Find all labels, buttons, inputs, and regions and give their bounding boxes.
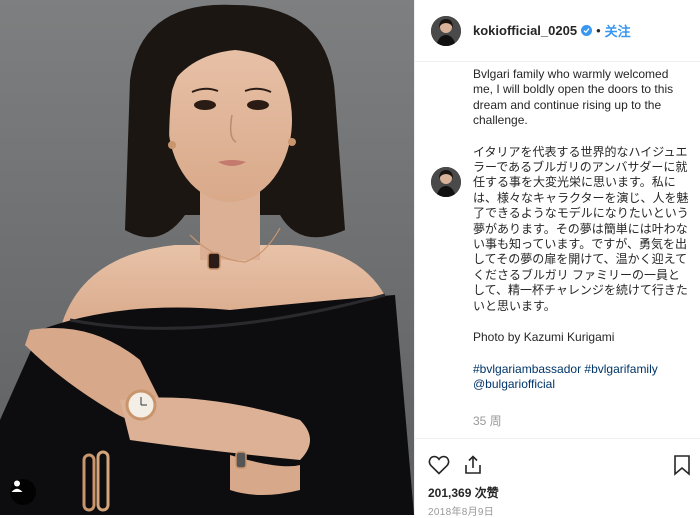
- caption-japanese: イタリアを代表する世界的なハイジュエラーであるブルガリのアンバサダーに就任する事…: [473, 144, 689, 313]
- avatar[interactable]: [431, 15, 461, 46]
- hashtag-link[interactable]: #bvlgarifamily: [584, 362, 657, 376]
- caption-english: Bvlgari family who warmly welcomed me, I…: [473, 67, 677, 128]
- post-photo[interactable]: [0, 0, 414, 515]
- hashtag-list: #bvlgariambassador #bvlgarifamily @bulga…: [473, 362, 689, 393]
- caption-avatar[interactable]: [431, 167, 461, 197]
- portrait-illustration: [0, 4, 414, 515]
- post-date: 2018年8月9日: [428, 507, 495, 518]
- likes-count[interactable]: 201,369 次赞: [428, 484, 499, 501]
- separator-dot: •: [596, 23, 601, 38]
- username[interactable]: kokiofficial_0205: [473, 23, 577, 38]
- mention-link[interactable]: @bulgariofficial: [473, 377, 689, 392]
- caption-text: Bvlgari family who warmly welcomed me, I…: [473, 67, 689, 392]
- heart-icon[interactable]: [427, 453, 453, 479]
- verified-badge-icon: [581, 25, 593, 36]
- share-icon[interactable]: [461, 453, 487, 479]
- caption-area: Bvlgari family who warmly welcomed me, I…: [415, 62, 700, 438]
- photo-credit: Photo by Kazumi Kurigami: [473, 330, 615, 345]
- follow-button[interactable]: 关注: [605, 21, 631, 40]
- post-details-panel: kokiofficial_0205 • 关注 Bvlgari family wh…: [414, 0, 700, 515]
- comment-time: 35 周: [473, 414, 502, 428]
- bookmark-icon[interactable]: [670, 453, 696, 479]
- post-header: kokiofficial_0205 • 关注: [415, 0, 700, 62]
- hashtag-link[interactable]: #bvlgariambassador: [473, 362, 581, 376]
- user-tag-icon[interactable]: [10, 479, 36, 505]
